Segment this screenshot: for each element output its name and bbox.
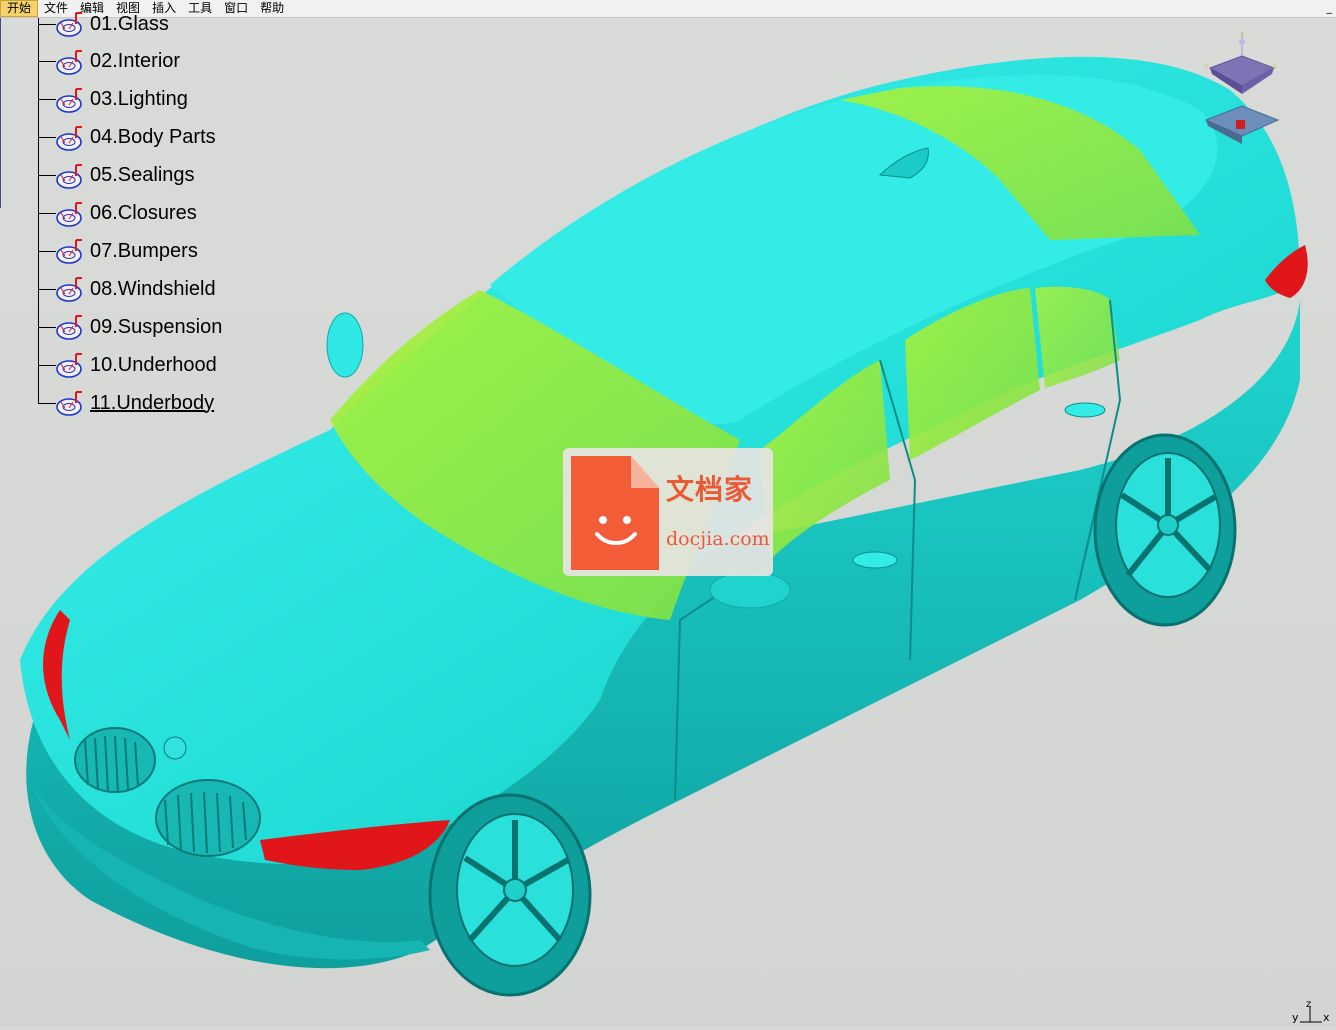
product-icon[interactable] (56, 237, 86, 265)
tree-branch-line (38, 61, 56, 63)
product-icon[interactable] (56, 351, 86, 379)
tree-item[interactable]: 08.Windshield (38, 275, 216, 303)
tree-item[interactable]: 02.Interior (38, 48, 180, 76)
menu-window[interactable]: 窗口 (218, 0, 254, 17)
tree-branch-line (38, 175, 56, 177)
tree-branch-line (38, 364, 56, 366)
tree-item-label: 06.Closures (90, 202, 197, 224)
product-icon[interactable] (56, 86, 86, 114)
tree-item[interactable]: 06.Closures (38, 200, 197, 228)
watermark-url-text: docjia.com (666, 528, 770, 550)
tree-branch-line (38, 250, 56, 252)
axis-x-label: x (1323, 1011, 1330, 1024)
menu-start[interactable]: 开始 (0, 0, 39, 17)
tree-branch-line (38, 23, 56, 25)
axis-z-label: z (1306, 1000, 1311, 1010)
product-icon[interactable] (56, 275, 86, 303)
menu-bar: 开始 文件 编辑 视图 插入 工具 窗口 帮助 _ (0, 0, 1336, 18)
axis-indicator: y z x (1290, 999, 1330, 1024)
tree-item-label: 07.Bumpers (90, 239, 198, 262)
tree-item-label: 08.Windshield (90, 277, 216, 300)
compass-x-label: x (1272, 61, 1278, 71)
tree-item-label: 09.Suspension (90, 315, 223, 338)
tree-item[interactable]: 04.Body Parts (38, 124, 216, 152)
product-icon[interactable] (56, 10, 86, 38)
compass-z-label: z (1240, 31, 1245, 41)
minimize-button[interactable]: _ (1327, 0, 1333, 15)
product-icon[interactable] (56, 162, 86, 190)
tree-branch-line (38, 213, 56, 214)
tree-branch-line (38, 288, 56, 290)
tree-item-label: 03.Lighting (90, 88, 188, 111)
tree-item[interactable]: 11.Underbody (38, 389, 214, 417)
tree-branch-line (38, 99, 56, 101)
tree-branch-line (38, 137, 56, 139)
tree-item-label: 05.Sealings (90, 164, 195, 187)
product-icon[interactable] (56, 124, 86, 152)
tree-item-label: 11.Underbody (90, 391, 215, 414)
watermark: 文档家 docjia.com (563, 448, 773, 576)
tree-item-label: 04.Body Parts (90, 126, 216, 149)
tree-item[interactable]: 03.Lighting (38, 86, 188, 114)
tree-item-label: 01.Glass (90, 12, 169, 35)
tree-item[interactable]: 05.Sealings (38, 162, 195, 190)
axis-y-label: y (1292, 1011, 1299, 1024)
tree-item[interactable]: 10.Underhood (38, 351, 217, 379)
tree-item-label: 10.Underhood (90, 353, 217, 376)
spec-tree: 01.Glass 02.Interior 03.Lighting 04.Body Pa… (0, 12, 260, 418)
product-icon[interactable] (56, 200, 86, 228)
document-icon (571, 456, 659, 570)
tree-item-label: 02.Interior (90, 50, 181, 73)
watermark-cn-text: 文档家 (666, 473, 754, 506)
menu-tools[interactable]: 工具 (182, 0, 218, 17)
compass-icon[interactable]: z x y (1200, 28, 1284, 148)
product-icon[interactable] (56, 389, 86, 417)
tree-item[interactable]: 09.Suspension (38, 313, 222, 341)
product-icon[interactable] (56, 48, 86, 76)
tree-item[interactable]: 07.Bumpers (38, 237, 198, 265)
tree-branch-line (38, 402, 56, 404)
compass-y-label: y (1204, 61, 1210, 71)
tree-branch-line (38, 326, 56, 328)
menu-help[interactable]: 帮助 (254, 0, 290, 17)
product-icon[interactable] (56, 313, 86, 341)
tree-item[interactable]: 01.Glass (38, 10, 169, 38)
